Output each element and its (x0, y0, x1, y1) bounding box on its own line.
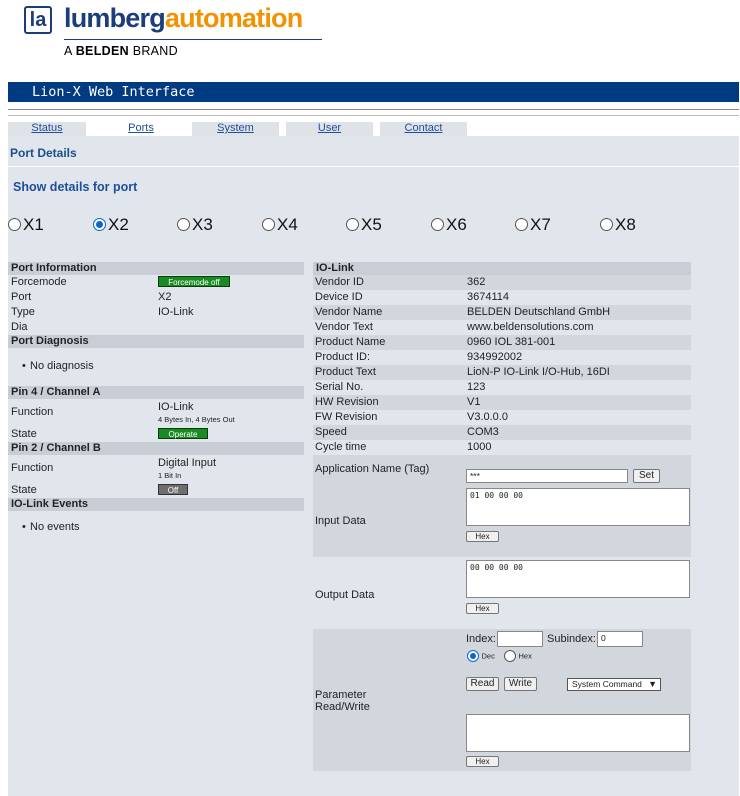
info-row: Product Name 0960 IOL 381-001 (313, 335, 691, 350)
list-item: No diagnosis (8, 360, 304, 372)
radio-icon (504, 650, 516, 662)
output-data-label: Output Data (315, 589, 375, 601)
page-title: Port Details (10, 146, 77, 160)
input-data-field[interactable]: 01 00 00 00 (466, 488, 690, 526)
subindex-input[interactable]: 0 (597, 631, 643, 647)
radio-icon (93, 218, 106, 232)
info-row: Cycle time 1000 (315, 441, 492, 453)
app-name-block: Application Name (Tag) *** Set Input Dat… (313, 455, 691, 557)
tab-system[interactable]: System (192, 122, 279, 136)
app-name-input[interactable]: *** (466, 469, 628, 483)
divider (8, 166, 739, 167)
info-row: Vendor ID 362 (313, 275, 691, 290)
hex-radio[interactable]: Hex (504, 650, 532, 662)
dia-row: Dia (11, 321, 28, 333)
tab-ports[interactable]: Ports (97, 122, 185, 136)
pin4-state-row: State Operate (8, 427, 304, 442)
info-row: Speed COM3 (313, 425, 691, 440)
chevron-down-icon: ▼ (648, 679, 657, 689)
forcemode-badge[interactable]: Forcemode off (158, 276, 230, 287)
info-row: Vendor Name BELDEN Deutschland GmbH (313, 305, 691, 320)
info-row: HW Revision V1 (313, 395, 691, 410)
state-badge: Operate (158, 428, 208, 439)
port-radio-x4[interactable]: X4 (262, 215, 298, 235)
system-command-select[interactable]: System Command ▼ (567, 678, 661, 691)
write-button[interactable]: Write (504, 677, 537, 691)
port-radio-x8[interactable]: X8 (600, 215, 636, 235)
radio-icon (431, 218, 444, 232)
divider (8, 115, 739, 116)
app-title: Lion-X Web Interface (32, 84, 195, 100)
radio-icon (346, 218, 359, 232)
parameter-label: Parameter (315, 689, 367, 701)
info-row: Product ID: 934992002 (315, 351, 523, 363)
pin2-function-row: Function Digital Input 1 Bit In (11, 457, 217, 480)
main-content: Port Details Show details for port X1 X2… (8, 136, 739, 796)
radio-icon (177, 218, 190, 232)
info-row: FW Revision V3.0.0.0 (315, 411, 508, 423)
input-data-label: Input Data (315, 515, 366, 527)
parameter-hex-button[interactable]: Hex (466, 756, 499, 767)
port-radio-x1[interactable]: X1 (8, 215, 44, 235)
iolink-events-heading: IO-Link Events (8, 498, 304, 511)
info-row: Device ID 3674114 (315, 291, 510, 303)
output-hex-button[interactable]: Hex (466, 603, 499, 614)
index-input[interactable] (497, 631, 543, 647)
tab-user[interactable]: User (286, 122, 373, 136)
radio-icon (515, 218, 528, 232)
info-row: Product Text LioN-P IO-Link I/O-Hub, 16DI (313, 365, 691, 380)
radio-icon (600, 218, 613, 232)
info-row: Vendor Text www.beldensolutions.com (315, 321, 594, 333)
port-row: Port X2 (11, 291, 172, 303)
dec-radio[interactable]: Dec (467, 650, 495, 662)
port-selector: X1 X2 X3 X4 X5 X6 X7 X8 (8, 215, 739, 239)
port-radio-x5[interactable]: X5 (346, 215, 382, 235)
tab-status[interactable]: Status (8, 122, 86, 136)
radio-icon (467, 650, 479, 662)
pin4-function-row: Function IO-Link 4 Bytes In, 4 Bytes Out (11, 401, 235, 424)
input-hex-button[interactable]: Hex (466, 531, 499, 542)
parameter-block: Parameter Read/Write Index: Subindex: 0 … (313, 629, 691, 771)
iolink-heading: IO-Link (313, 262, 691, 275)
pin2-heading: Pin 2 / Channel B (8, 442, 304, 455)
output-data-block: Output Data 00 00 00 00 Hex (313, 557, 691, 629)
set-button[interactable]: Set (633, 469, 660, 483)
app-title-bar: Lion-X Web Interface (8, 82, 739, 102)
port-radio-x3[interactable]: X3 (177, 215, 213, 235)
brand-mark-icon: la (24, 6, 52, 34)
info-row: Serial No. 123 (315, 381, 486, 393)
port-radio-x2[interactable]: X2 (93, 215, 129, 235)
pin4-heading: Pin 4 / Channel A (8, 386, 304, 399)
port-radio-x7[interactable]: X7 (515, 215, 551, 235)
list-item: No events (8, 521, 304, 533)
pin2-state-row: State Off (8, 483, 304, 498)
parameter-label-2: Read/Write (315, 701, 370, 713)
forcemode-row: Forcemode Forcemode off (8, 275, 304, 290)
iolink-panel: IO-Link Vendor ID 362 Device ID 3674114 Ve… (313, 262, 691, 771)
type-row: Type IO-Link (11, 306, 194, 318)
brand-tagline: A BELDEN BRAND (64, 44, 178, 58)
tab-contact[interactable]: Contact (380, 122, 467, 136)
port-radio-x6[interactable]: X6 (431, 215, 467, 235)
parameter-data-field[interactable] (466, 714, 690, 752)
read-button[interactable]: Read (466, 677, 499, 691)
state-badge: Off (158, 484, 188, 495)
output-data-field[interactable]: 00 00 00 00 (466, 560, 690, 598)
divider (8, 109, 739, 110)
radio-icon (262, 218, 275, 232)
brand-name: lumbergautomation (64, 3, 303, 33)
port-info-panel: Port Information Forcemode Forcemode off… (8, 262, 304, 545)
port-diagnosis-heading: Port Diagnosis (8, 335, 304, 348)
port-information-heading: Port Information (8, 262, 304, 275)
radio-icon (8, 218, 21, 232)
brand-rule (64, 39, 322, 40)
show-details-label: Show details for port (13, 180, 138, 194)
